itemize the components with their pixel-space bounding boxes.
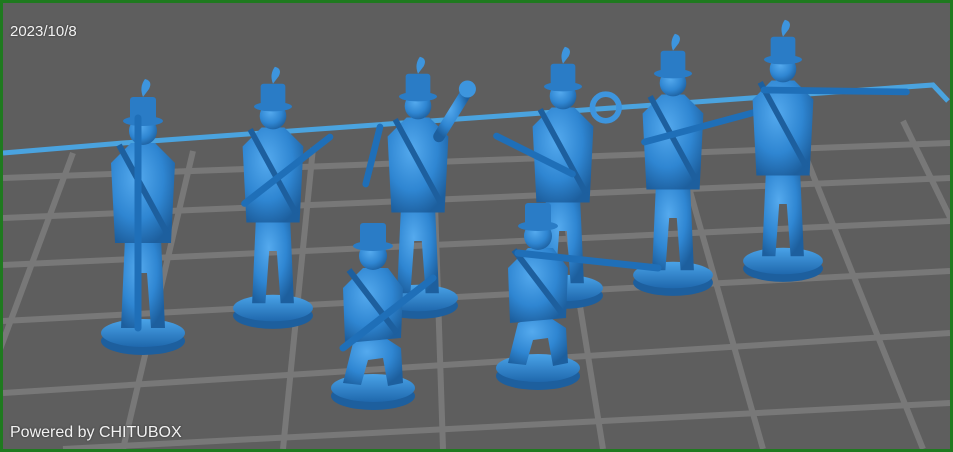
figure-legs — [652, 184, 694, 271]
figure-plume — [561, 46, 570, 64]
figure-musket — [760, 86, 910, 96]
figure-hat-brim — [518, 221, 558, 231]
figure-hat-brim — [764, 54, 802, 65]
figure-base — [233, 294, 313, 322]
date-label: 2023/10/8 — [10, 23, 77, 40]
figure-plume — [416, 56, 425, 74]
figure-hat-brim — [544, 81, 582, 92]
brand-watermark: Powered by CHITUBOX — [10, 424, 182, 441]
miniature-figures[interactable] — [101, 19, 910, 410]
figure-legs — [762, 170, 804, 257]
figure-hat-brim — [353, 241, 393, 251]
figure-legs — [252, 217, 294, 304]
figure-base — [101, 319, 185, 347]
figure-raised-arm — [433, 88, 472, 143]
model-viewport[interactable]: 2023/10/8 Powered by CHITUBOX — [3, 3, 950, 449]
figure-hat-brim — [654, 68, 692, 79]
figure-fist — [458, 80, 476, 98]
firing-musket-figure[interactable] — [743, 19, 910, 282]
build-plate-scene[interactable] — [3, 3, 950, 449]
figure-hat-brim — [399, 91, 437, 102]
figure-plume — [271, 66, 280, 84]
figure-musket — [362, 123, 384, 188]
figure-plume — [781, 19, 790, 37]
figure-hat-brim — [254, 101, 292, 112]
figure-base — [743, 247, 823, 275]
marching-musket-figure[interactable] — [233, 66, 334, 329]
figure-plume — [141, 79, 151, 97]
figure-plume — [671, 33, 680, 51]
figure-hat-brim — [123, 116, 163, 126]
